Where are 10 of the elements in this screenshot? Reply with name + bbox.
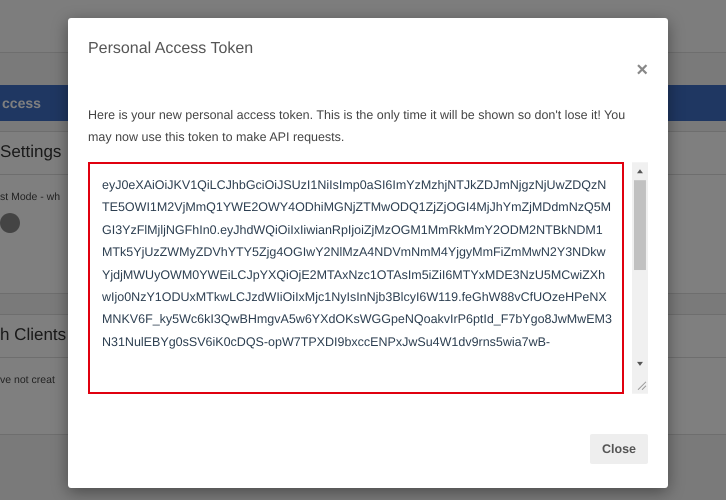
section-title: Settings bbox=[0, 142, 62, 162]
section-title: h Clients bbox=[0, 325, 66, 345]
close-dialog-button[interactable]: Close bbox=[590, 434, 648, 464]
token-field[interactable]: eyJ0eXAiOiJKV1QiLCJhbGciOiJSUzI1NiIsImp0aSI6ImYzMzhjNTJkZDJmNjgzNjUwZDQzNTE5OWI1M2VjMmQ1YWE2OWY4ODhiMGNjZTMwODQ1ZjZjOGI4MjJhYmZjMDdmNzQ5MGI3YzFlMjljNGFhIn0.eyJhdWQiOiIxIiwianRpIjoiZjMzOGM1MmRkMmY2ODM2NTBkNDM1MTk5YjUzZWMyZDVhYTY5Zjg4OGIwY2NlMzA4NDVmNmM4YjgyMmFiZmMwN2Y3NDkwYjdjMWUyOWM0YWEiLCJpYXQiOjE2MTAxNzc1OTAsIm5iZiI6MTYxMDE3NzU5MCwiZXhwIjo0NzY1ODUxMTkwLCJzdWIiOiIxMjc1NyIsInNjb3BlcyI6W119.feGhW88vCfUOzeHPeNXMNKV6F_ky5Wc6kI3QwBHmgvA5w6YXdOKsWGGpeNQoakvIrP6ptId_F7bYgo8JwMwEM3N31NulEBYg0sSV6iK0cDQS-opW7TPXDI9bxccENPxJwSu4W1dv9rns5wia7wB- bbox=[88, 162, 624, 394]
close-button[interactable]: × bbox=[636, 60, 648, 80]
clients-note: ve not creat bbox=[0, 374, 55, 386]
toggle-switch[interactable] bbox=[0, 213, 20, 233]
dialog-title: Personal Access Token bbox=[88, 40, 254, 59]
scrollbar-icon bbox=[632, 162, 648, 394]
setting-label: st Mode - wh bbox=[0, 191, 60, 203]
